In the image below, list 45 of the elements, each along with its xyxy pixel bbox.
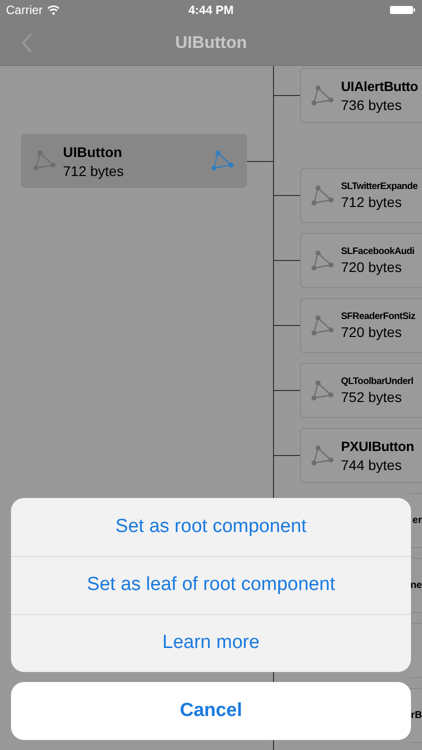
action-button[interactable]: Set as root component — [11, 498, 411, 556]
action-button[interactable]: Set as leaf of root component — [11, 556, 411, 614]
node-card[interactable]: SLFacebookAudi 720 bytes — [300, 233, 422, 288]
battery-icon — [390, 5, 416, 15]
graph-icon — [33, 149, 57, 173]
node-size: 744 bytes — [341, 456, 403, 474]
node-name: PXUIButton — [341, 438, 414, 456]
node-card[interactable]: PXUIButton 744 bytes — [300, 428, 422, 483]
wifi-icon — [46, 5, 60, 15]
node-card[interactable]: ne — [410, 558, 422, 613]
node-card[interactable] — [410, 623, 422, 678]
node-size: 752 bytes — [341, 388, 403, 406]
node-card[interactable]: QLToolbarUnderl 752 bytes — [300, 363, 422, 418]
node-size: 736 bytes — [341, 96, 403, 114]
node-name: QLToolbarUnderl — [341, 374, 414, 389]
node-name: er — [412, 514, 422, 528]
node-size: 712 bytes — [63, 162, 125, 180]
node-name: rB — [410, 709, 422, 723]
carrier-label: Carrier — [6, 2, 43, 19]
node-card[interactable]: SLTwitterExpande 712 bytes — [300, 168, 422, 223]
graph-icon — [311, 378, 335, 402]
node-card[interactable]: rB — [410, 688, 422, 743]
node-name: ne — [410, 579, 422, 593]
status-time: 4:44 PM — [188, 2, 234, 19]
graph-icon — [311, 184, 335, 208]
graph-icon — [311, 84, 335, 108]
node-card[interactable]: er — [410, 493, 422, 548]
action-button[interactable]: Learn more — [11, 614, 411, 672]
node-card[interactable]: UIAlertButto 736 bytes — [300, 68, 422, 123]
node-size: 712 bytes — [341, 194, 403, 212]
node-size: 720 bytes — [341, 258, 403, 276]
node-name: SLFacebookAudi — [341, 244, 414, 259]
node-size: 720 bytes — [341, 324, 403, 342]
graph-icon — [211, 149, 235, 173]
graph-icon — [311, 444, 335, 468]
node-name: UIButton — [63, 142, 124, 162]
graph-icon — [311, 314, 335, 338]
node-card[interactable]: SFReaderFontSiz 720 bytes — [300, 298, 422, 353]
node-name: SLTwitterExpande — [341, 180, 418, 194]
nav-title: UIButton — [175, 32, 247, 54]
cancel-button[interactable]: Cancel — [11, 682, 411, 740]
graph-icon — [311, 248, 335, 272]
node-name: UIAlertButto — [341, 78, 418, 96]
node-name: SFReaderFontSiz — [341, 310, 416, 324]
root-node-card[interactable]: UIButton 712 bytes — [21, 134, 247, 188]
